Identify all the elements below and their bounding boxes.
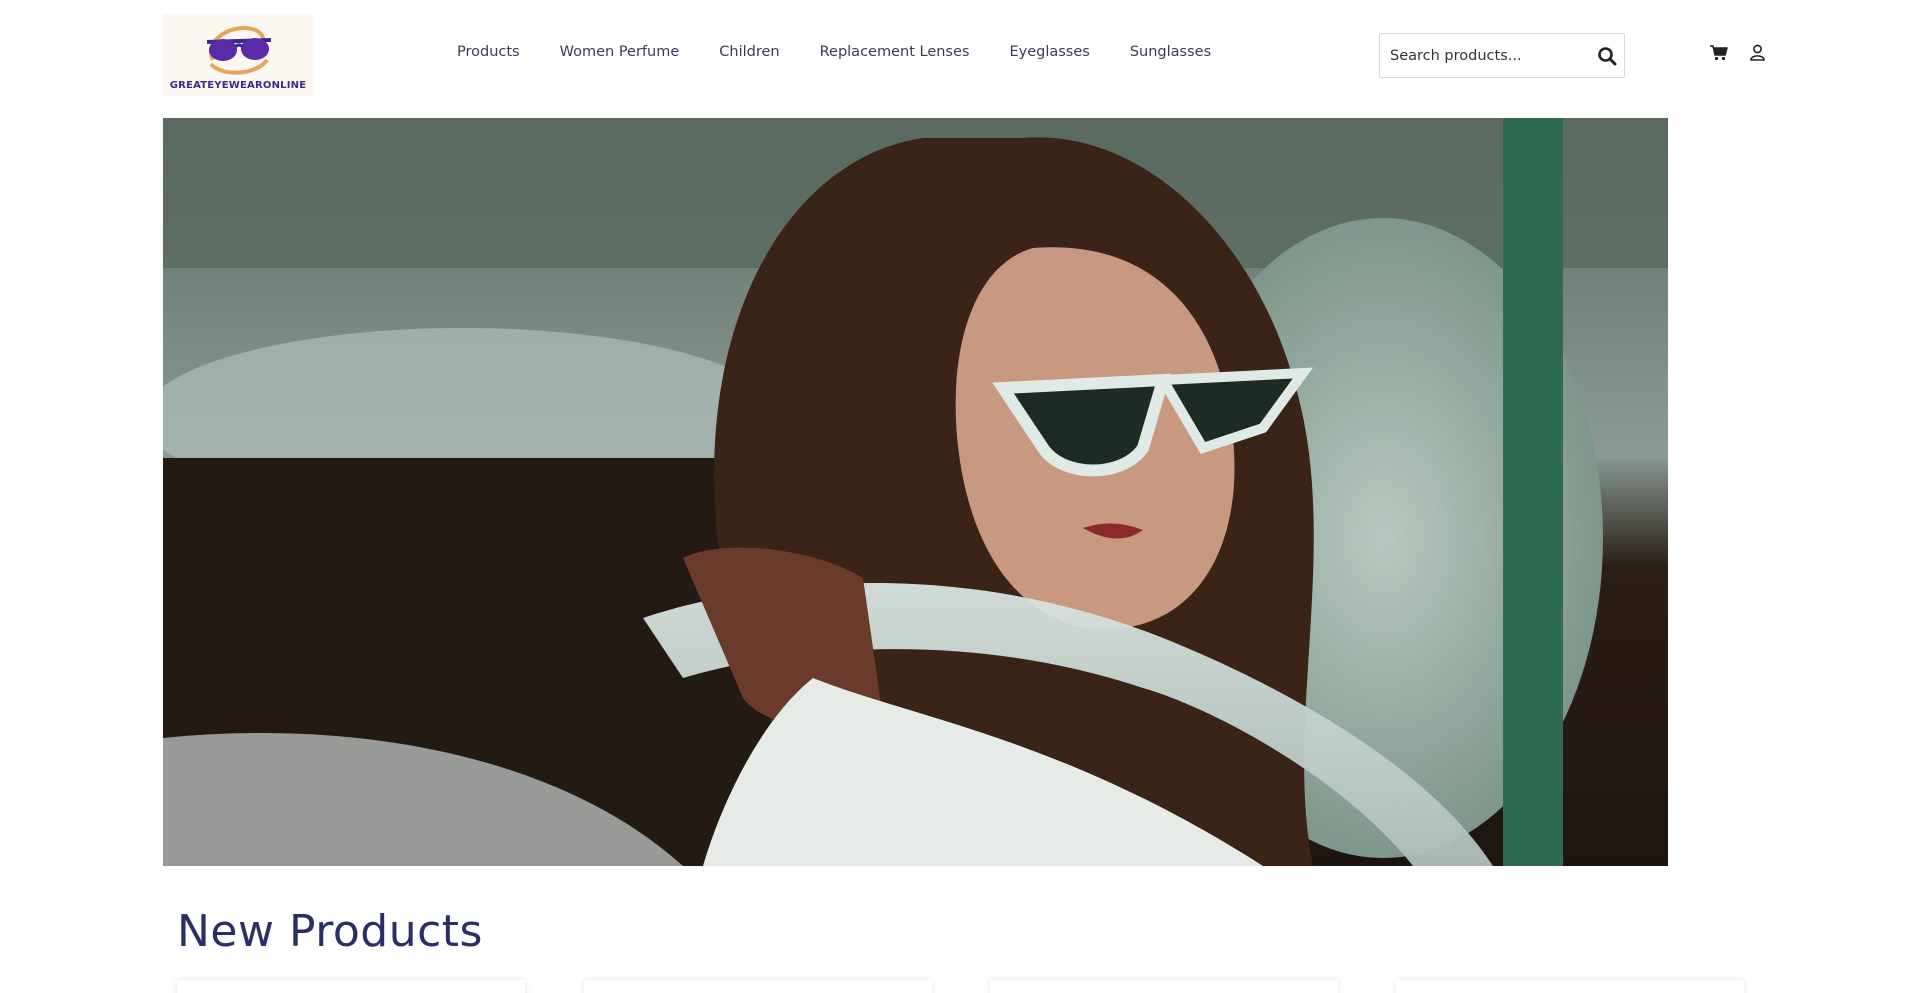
search-icon <box>1598 46 1617 65</box>
hero-banner-image <box>163 118 1668 866</box>
nav-item-women-perfume[interactable]: Women Perfume <box>560 44 680 60</box>
site-header: GREATEYEWEARONLINE Products Women Perfum… <box>0 0 1920 110</box>
nav-item-sunglasses[interactable]: Sunglasses <box>1130 44 1211 60</box>
product-card[interactable] <box>177 980 525 993</box>
search-box <box>1379 33 1625 78</box>
sunglasses-logo-icon <box>206 26 272 75</box>
site-logo[interactable]: GREATEYEWEARONLINE <box>163 14 313 96</box>
search-input[interactable] <box>1380 34 1590 77</box>
cart-icon[interactable] <box>1710 45 1728 61</box>
main-nav: Products Women Perfume Children Replacem… <box>457 44 1211 60</box>
product-card[interactable] <box>584 980 932 993</box>
nav-item-children[interactable]: Children <box>719 44 779 60</box>
product-card[interactable] <box>1396 980 1744 993</box>
nav-item-products[interactable]: Products <box>457 44 520 60</box>
logo-text: GREATEYEWEARONLINE <box>169 80 307 91</box>
user-icon[interactable] <box>1749 44 1766 61</box>
hero-photo <box>163 118 1668 866</box>
product-card[interactable] <box>990 980 1338 993</box>
nav-item-replacement-lenses[interactable]: Replacement Lenses <box>820 44 970 60</box>
search-button[interactable] <box>1590 34 1624 77</box>
new-products-title: New Products <box>177 906 483 957</box>
nav-item-eyeglasses[interactable]: Eyeglasses <box>1009 44 1089 60</box>
